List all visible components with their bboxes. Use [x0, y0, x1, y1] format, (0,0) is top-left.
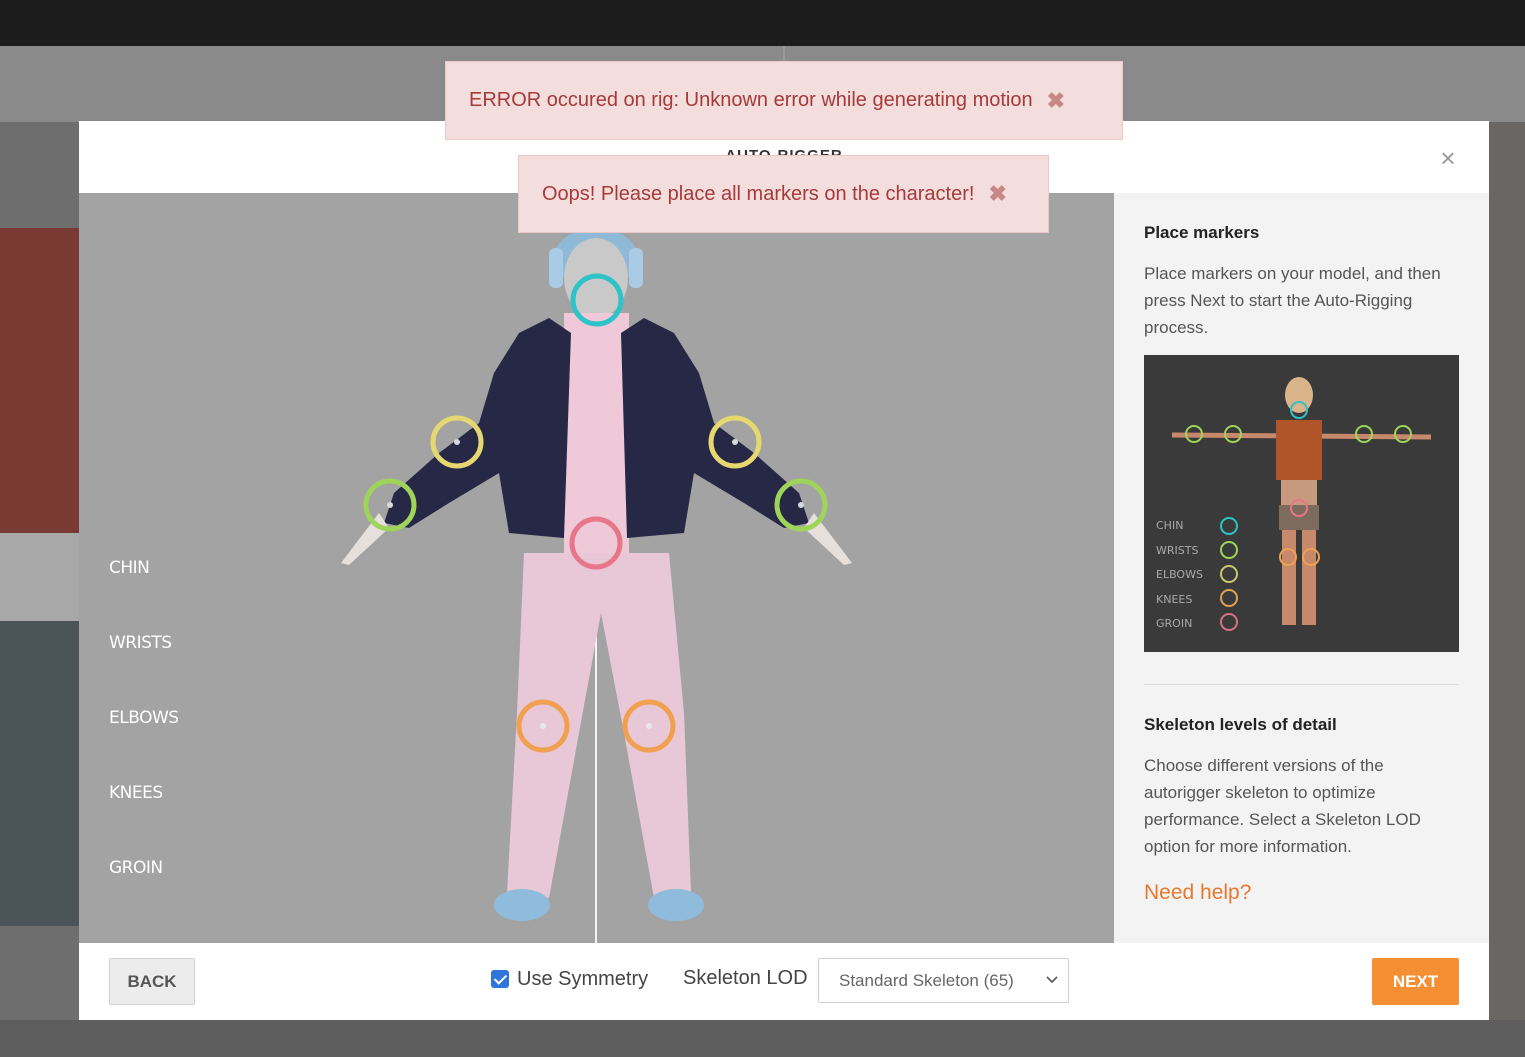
modal-close-icon[interactable]: × [1435, 145, 1461, 171]
app-top-bar [0, 0, 1525, 46]
bg-right-preview [1489, 122, 1525, 1057]
hand-left [341, 513, 389, 565]
character-viewport[interactable]: CHIN WRISTS ELBOWS KNEES GROIN [79, 193, 1114, 943]
ref-legend-knees: KNEES [1156, 592, 1193, 606]
bg-thumbnail-label-1 [0, 533, 79, 621]
modal-footer: BACK Use Symmetry Skeleton LOD Standard … [79, 943, 1489, 1020]
use-symmetry-label[interactable]: Use Symmetry [517, 968, 648, 991]
place-markers-text: Place markers on your model, and then pr… [1144, 264, 1441, 337]
marker-reference-image: CHIN WRISTS ELBOWS KNEES GROIN [1144, 355, 1459, 652]
marker-label-wrists: WRISTS [109, 633, 172, 653]
marker-label-elbows: ELBOWS [109, 708, 179, 728]
bg-bottom-row [0, 1020, 1525, 1057]
reference-legend: CHIN WRISTS ELBOWS KNEES GROIN [1156, 519, 1203, 642]
need-help-link[interactable]: Need help? [1144, 881, 1251, 905]
auto-rigger-modal: AUTO-RIGGER × [79, 121, 1489, 1020]
use-symmetry-checkbox[interactable] [491, 970, 509, 988]
character-pants [507, 553, 691, 898]
markers-warning-close-icon[interactable]: ✖ [988, 181, 1006, 207]
ref-legend-groin: GROIN [1156, 617, 1193, 630]
skeleton-lod-title: Skeleton levels of detail [1144, 715, 1337, 734]
next-button[interactable]: NEXT [1372, 958, 1459, 1005]
skeleton-lod-label: Skeleton LOD [683, 967, 808, 989]
back-button[interactable]: BACK [109, 958, 195, 1005]
marker-label-chin: CHIN [109, 558, 150, 578]
instructions-panel: Place markers Place markers on your mode… [1114, 193, 1489, 943]
shoe-left [494, 889, 550, 921]
marker-label-list: CHIN WRISTS ELBOWS KNEES GROIN [109, 558, 179, 933]
panel-divider [1144, 684, 1459, 685]
place-markers-title: Place markers [1144, 223, 1260, 242]
error-toast-close-icon[interactable]: ✖ [1047, 88, 1065, 114]
bg-thumbnail-2 [0, 621, 79, 926]
bg-thumbnail-1 [0, 228, 79, 533]
skeleton-lod-select[interactable]: Standard Skeleton (65) [818, 958, 1069, 1003]
marker-label-knees: KNEES [109, 783, 163, 803]
error-toast: ERROR occured on rig: Unknown error whil… [445, 61, 1123, 140]
shoe-right [648, 889, 704, 921]
character-model[interactable] [79, 193, 1114, 943]
ref-legend-chin: CHIN [1156, 519, 1184, 532]
marker-label-groin: GROIN [109, 858, 163, 878]
error-toast-message: ERROR occured on rig: Unknown error whil… [469, 89, 1033, 111]
headphone-right [629, 248, 643, 288]
headphone-left [549, 248, 563, 288]
use-symmetry-control[interactable]: Use Symmetry [491, 967, 648, 991]
markers-warning-toast: Oops! Please place all markers on the ch… [518, 155, 1049, 233]
ref-legend-wrists: WRISTS [1156, 543, 1199, 557]
skeleton-lod-text: Choose different versions of the autorig… [1144, 756, 1421, 856]
chevron-down-icon [1046, 976, 1058, 984]
hand-right [804, 513, 852, 565]
ref-legend-elbows: ELBOWS [1156, 568, 1203, 581]
skeleton-lod-selected: Standard Skeleton (65) [839, 971, 1014, 990]
markers-warning-message: Oops! Please place all markers on the ch… [542, 182, 975, 205]
